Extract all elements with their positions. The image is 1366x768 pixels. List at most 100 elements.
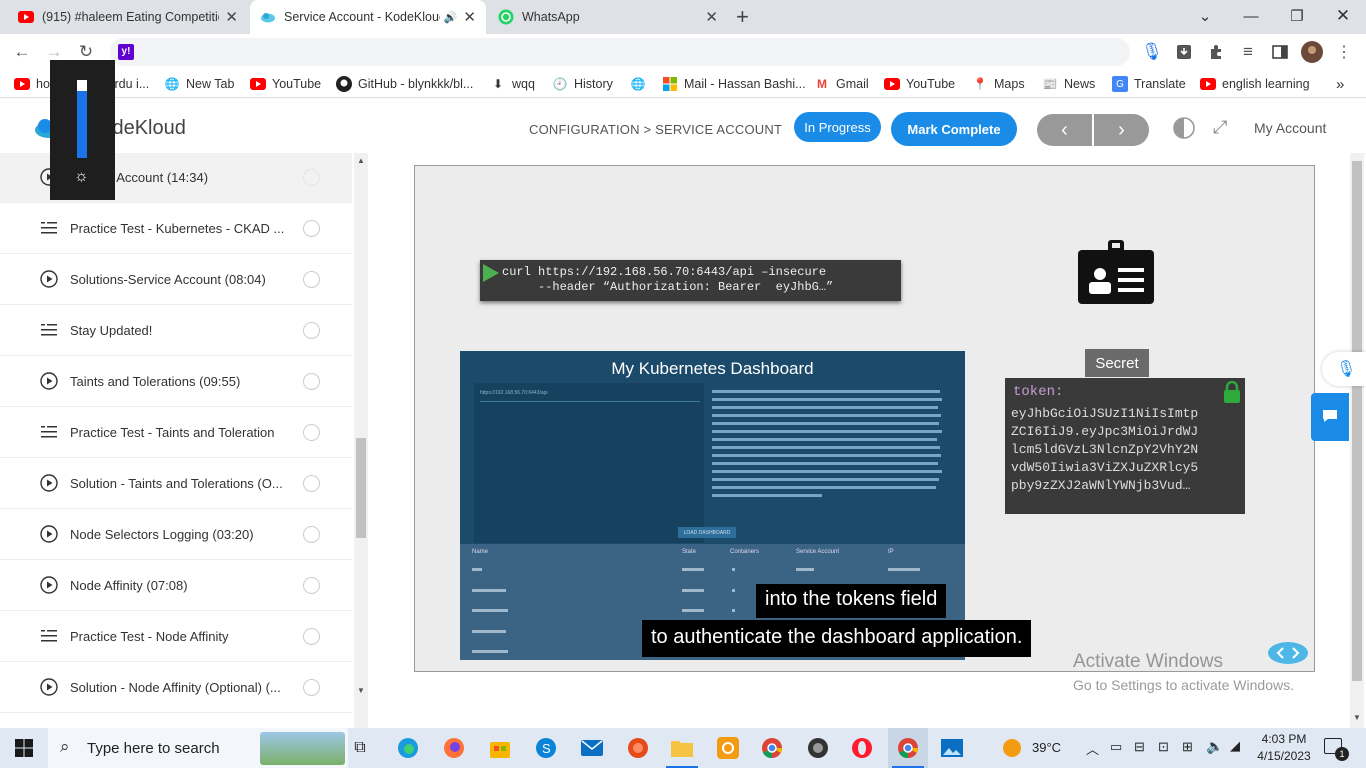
close-tab-icon[interactable]: ✕ bbox=[225, 8, 238, 26]
bookmark-youtube[interactable]: YouTube bbox=[250, 75, 321, 93]
completion-circle[interactable] bbox=[303, 576, 320, 594]
lesson-item[interactable]: Practice Test - Taints and Toleration bbox=[0, 407, 352, 458]
completion-circle[interactable] bbox=[303, 270, 320, 288]
skype-icon[interactable]: S bbox=[534, 736, 558, 760]
dark-mode-icon[interactable] bbox=[1172, 116, 1196, 143]
maximize-button[interactable]: ❐ bbox=[1274, 0, 1320, 32]
tab-whatsapp[interactable]: WhatsApp ✕ bbox=[488, 0, 728, 34]
scroll-up-icon[interactable]: ▲ bbox=[357, 156, 365, 165]
completion-circle[interactable] bbox=[303, 321, 320, 339]
sidebar-scrollbar[interactable]: ▲ ▼ bbox=[354, 153, 368, 728]
weather-temp[interactable]: 39°C bbox=[1032, 740, 1061, 755]
tray-chevron-icon[interactable]: ︿ bbox=[1086, 739, 1099, 758]
clock-date[interactable]: 4/15/2023 bbox=[1256, 749, 1312, 763]
speaker-icon[interactable]: 🔊 bbox=[444, 11, 458, 24]
side-panel-icon[interactable] bbox=[1268, 40, 1292, 64]
completion-circle[interactable] bbox=[303, 474, 320, 492]
completion-circle[interactable] bbox=[303, 627, 320, 645]
firefox-icon[interactable] bbox=[442, 736, 466, 760]
mail-icon[interactable] bbox=[580, 736, 604, 760]
tab-search-icon[interactable]: ⌄ bbox=[1182, 0, 1228, 32]
tab-kodekloud[interactable]: Service Account - KodeKloud 🔊 ✕ bbox=[250, 0, 486, 34]
battery-icon[interactable]: ▭ bbox=[1110, 739, 1122, 755]
close-tab-icon[interactable]: ✕ bbox=[463, 8, 476, 26]
store-icon[interactable] bbox=[488, 736, 512, 760]
settings-app-icon[interactable] bbox=[716, 736, 740, 760]
task-view-icon[interactable]: ⧉ bbox=[348, 736, 372, 760]
in-progress-badge[interactable]: In Progress bbox=[794, 112, 881, 142]
lesson-item[interactable]: Taints and Tolerations (09:55) bbox=[0, 356, 352, 407]
bookmark-gmail[interactable]: M Gmail bbox=[814, 75, 869, 93]
fullscreen-icon[interactable]: ⤢ bbox=[1213, 117, 1227, 138]
photos-icon[interactable] bbox=[940, 736, 964, 760]
menu-icon[interactable]: ⋮ bbox=[1332, 40, 1356, 64]
completion-circle[interactable] bbox=[303, 678, 320, 696]
prev-lesson-button[interactable]: ‹ bbox=[1037, 114, 1092, 146]
bookmark-translate[interactable]: G Translate bbox=[1112, 75, 1186, 93]
mark-complete-button[interactable]: Mark Complete bbox=[891, 112, 1017, 146]
file-explorer-icon[interactable] bbox=[670, 736, 694, 760]
back-icon[interactable]: ← bbox=[10, 40, 34, 64]
bookmark-news[interactable]: 📰 News bbox=[1042, 75, 1096, 93]
bookmark-globe[interactable]: 🌐 bbox=[630, 75, 652, 93]
app-swirl-icon[interactable] bbox=[626, 736, 650, 760]
page-scroll-thumb[interactable] bbox=[1352, 161, 1362, 681]
bookmark-mail[interactable]: Mail - Hassan Bashi... bbox=[662, 75, 806, 93]
scroll-down-icon[interactable]: ▼ bbox=[1353, 713, 1361, 722]
bookmark-wqq[interactable]: ⬇ wqq bbox=[490, 75, 535, 93]
more-bookmarks-button[interactable]: » bbox=[1336, 75, 1344, 93]
bookmark-github[interactable]: GitHub - blynkkk/bl... bbox=[336, 75, 473, 93]
brightness-thumb[interactable] bbox=[77, 80, 87, 91]
weather-sun-icon[interactable] bbox=[1000, 736, 1024, 760]
media-icon[interactable]: ≡ bbox=[1236, 40, 1260, 64]
network-device-icon[interactable]: ⊟ bbox=[1134, 739, 1145, 755]
lesson-item[interactable]: Solutions-Service Account (08:04) bbox=[0, 254, 352, 305]
voice-widget[interactable]: 🎙 bbox=[1322, 352, 1366, 386]
completion-circle[interactable] bbox=[303, 219, 320, 237]
chrome-active-slot[interactable] bbox=[888, 728, 928, 768]
brightness-flyout[interactable]: ☼ bbox=[50, 60, 115, 200]
lesson-item[interactable]: Practice Test - Node Affinity bbox=[0, 611, 352, 662]
extensions-icon[interactable] bbox=[1204, 40, 1228, 64]
completion-circle[interactable] bbox=[303, 525, 320, 543]
next-lesson-button[interactable]: › bbox=[1094, 114, 1149, 146]
video-player[interactable]: curl https://192.168.56.70:6443/api –ins… bbox=[414, 165, 1315, 672]
lesson-item[interactable]: Node Affinity (07:08) bbox=[0, 560, 352, 611]
minimize-button[interactable]: — bbox=[1228, 0, 1274, 32]
brightness-slider[interactable] bbox=[77, 80, 87, 158]
close-tab-icon[interactable]: ✕ bbox=[705, 8, 718, 26]
completion-circle[interactable] bbox=[303, 168, 320, 186]
download-icon[interactable] bbox=[1172, 40, 1196, 64]
bookmark-history[interactable]: 🕘 History bbox=[552, 75, 613, 93]
mic-icon[interactable]: 🎙 bbox=[1140, 40, 1164, 64]
wifi-icon[interactable]: ◢ bbox=[1230, 738, 1240, 754]
address-bar[interactable]: y! bbox=[110, 38, 1130, 66]
close-window-button[interactable]: ✕ bbox=[1320, 0, 1366, 32]
tab-youtube[interactable]: (915) #haleem Eating Competitio ✕ bbox=[8, 0, 248, 34]
page-scrollbar[interactable]: ▼ bbox=[1350, 153, 1364, 728]
my-account-link[interactable]: My Account bbox=[1254, 120, 1326, 136]
lesson-item[interactable]: Node Selectors Logging (03:20) bbox=[0, 509, 352, 560]
chrome-icon[interactable] bbox=[760, 736, 784, 760]
scroll-down-icon[interactable]: ▼ bbox=[357, 686, 365, 695]
windows-start-icon[interactable] bbox=[12, 736, 36, 760]
display-icon[interactable]: ⊞ bbox=[1182, 739, 1193, 755]
app-dark-icon[interactable] bbox=[806, 736, 830, 760]
completion-circle[interactable] bbox=[303, 372, 320, 390]
camera-icon[interactable]: ⊡ bbox=[1158, 739, 1169, 755]
bookmark-youtube-2[interactable]: YouTube bbox=[884, 75, 955, 93]
bookmark-english[interactable]: english learning bbox=[1200, 75, 1310, 93]
profile-avatar[interactable] bbox=[1300, 40, 1324, 64]
taskbar-search[interactable]: ⌕ Type here to search bbox=[48, 728, 348, 768]
opera-icon[interactable] bbox=[850, 736, 874, 760]
bookmark-maps[interactable]: 📍 Maps bbox=[972, 75, 1025, 93]
lesson-item[interactable]: Solution - Taints and Tolerations (O... bbox=[0, 458, 352, 509]
chat-widget[interactable] bbox=[1311, 393, 1349, 441]
bookmark-new-tab[interactable]: 🌐 New Tab bbox=[164, 75, 235, 93]
clock-time[interactable]: 4:03 PM bbox=[1259, 732, 1309, 746]
lesson-item[interactable]: Stay Updated! bbox=[0, 305, 352, 356]
volume-icon[interactable]: 🔈 bbox=[1206, 738, 1223, 755]
new-tab-button[interactable]: + bbox=[736, 4, 749, 30]
edge-icon[interactable] bbox=[396, 736, 420, 760]
scroll-thumb[interactable] bbox=[356, 438, 366, 538]
